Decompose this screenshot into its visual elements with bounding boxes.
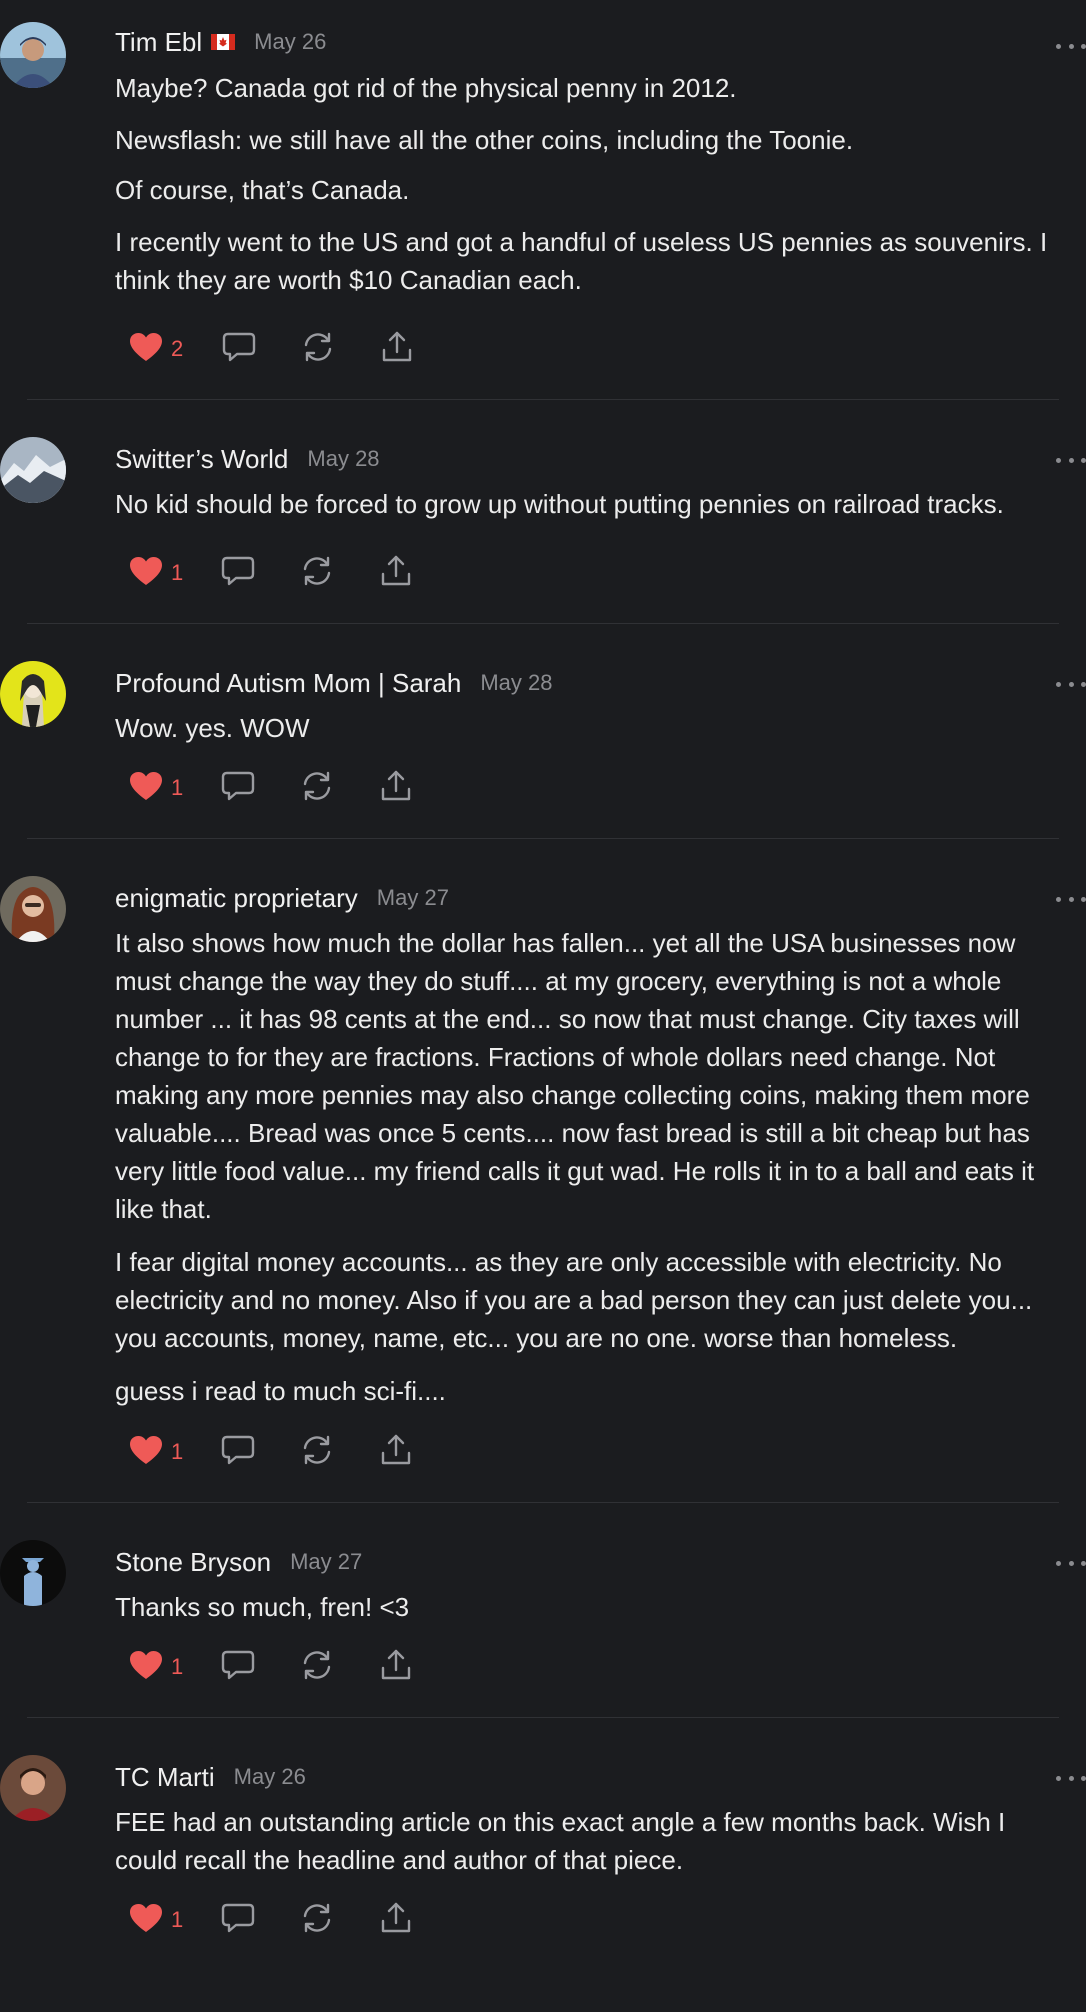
more-options-icon[interactable] (1056, 674, 1086, 694)
reply-icon[interactable] (221, 1434, 255, 1471)
comment: Tim Ebl May 26 Maybe? Canada got rid of … (0, 0, 1086, 400)
avatar[interactable] (0, 661, 66, 727)
author-name[interactable]: Profound Autism Mom | Sarah (115, 668, 461, 699)
comment-text: I fear digital money accounts... as they… (115, 1247, 1033, 1353)
heart-icon (129, 332, 163, 367)
comment-actions: 1 (129, 1647, 1059, 1687)
comment-date[interactable]: May 26 (254, 29, 326, 55)
restack-icon[interactable] (300, 769, 334, 808)
comment-text: Thanks so much, fren! <3 (115, 1592, 410, 1622)
comment-body: Tim Ebl May 26 Maybe? Canada got rid of … (115, 22, 1059, 369)
reply-icon[interactable] (221, 770, 255, 807)
comment-date[interactable]: May 28 (307, 446, 379, 472)
comment-header: TC Marti May 26 (115, 1757, 1059, 1797)
comment-text: Newsflash: we still have all the other c… (115, 125, 854, 155)
restack-icon[interactable] (300, 1433, 334, 1472)
reply-icon[interactable] (221, 1649, 255, 1686)
like-count: 1 (171, 775, 184, 800)
avatar[interactable] (0, 876, 66, 942)
comment: TC Marti May 26 FEE had an outstanding a… (0, 1718, 1086, 1940)
like-button[interactable]: 2 (129, 332, 183, 367)
comment-body: Profound Autism Mom | Sarah May 28 Wow. … (115, 663, 1059, 808)
like-count: 2 (171, 336, 184, 361)
share-icon[interactable] (379, 1433, 413, 1472)
comment-text: guess i read to much sci-fi.... (115, 1376, 446, 1406)
comment-body: enigmatic proprietary May 27 It also sho… (115, 878, 1059, 1472)
comment-date[interactable]: May 28 (480, 670, 552, 696)
comment-date[interactable]: May 27 (377, 885, 449, 911)
comment-text: It also shows how much the dollar has fa… (115, 928, 1035, 1224)
like-button[interactable]: 1 (129, 1903, 183, 1938)
more-options-icon[interactable] (1056, 1768, 1086, 1788)
comment-header: Tim Ebl May 26 (115, 22, 1059, 62)
heart-icon (129, 556, 163, 591)
comment-body: TC Marti May 26 FEE had an outstanding a… (115, 1757, 1059, 1940)
comment-text: No kid should be forced to grow up witho… (115, 489, 1004, 519)
comment-header: Profound Autism Mom | Sarah May 28 (115, 663, 1059, 703)
avatar[interactable] (0, 1755, 66, 1821)
comment-actions: 2 (129, 329, 1059, 369)
like-count: 1 (171, 560, 184, 585)
comment-text: Of course, that’s Canada. (115, 175, 410, 205)
comment: Switter’s World May 28 No kid should be … (0, 400, 1086, 624)
like-button[interactable]: 1 (129, 556, 183, 591)
share-icon[interactable] (380, 330, 414, 369)
author-name[interactable]: Stone Bryson (115, 1547, 271, 1578)
like-count: 1 (171, 1654, 184, 1679)
comment-date[interactable]: May 26 (234, 1764, 306, 1790)
more-options-icon[interactable] (1056, 1553, 1086, 1573)
reply-icon[interactable] (221, 555, 255, 592)
heart-icon (129, 1903, 163, 1938)
comment: Stone Bryson May 27 Thanks so much, fren… (0, 1503, 1086, 1718)
like-count: 1 (171, 1907, 184, 1932)
comment-actions: 1 (129, 553, 1059, 593)
comment-feed: Tim Ebl May 26 Maybe? Canada got rid of … (0, 0, 1086, 1940)
comment-header: Stone Bryson May 27 (115, 1542, 1059, 1582)
share-icon[interactable] (379, 1901, 413, 1940)
more-options-icon[interactable] (1056, 450, 1086, 470)
author-name[interactable]: enigmatic proprietary (115, 883, 358, 914)
share-icon[interactable] (379, 1648, 413, 1687)
share-icon[interactable] (379, 554, 413, 593)
restack-icon[interactable] (300, 554, 334, 593)
comment-text: Maybe? Canada got rid of the physical pe… (115, 73, 737, 103)
like-button[interactable]: 1 (129, 1650, 183, 1685)
comment-body: Stone Bryson May 27 Thanks so much, fren… (115, 1542, 1059, 1687)
comment: enigmatic proprietary May 27 It also sho… (0, 839, 1086, 1503)
comment-header: Switter’s World May 28 (115, 439, 1059, 479)
reply-icon[interactable] (221, 1902, 255, 1939)
comment-text: Wow. yes. WOW (115, 713, 310, 743)
avatar[interactable] (0, 22, 66, 88)
more-options-icon[interactable] (1056, 36, 1086, 56)
comment-actions: 1 (129, 1432, 1059, 1472)
avatar[interactable] (0, 437, 66, 503)
comment-header: enigmatic proprietary May 27 (115, 878, 1059, 918)
heart-icon (129, 771, 163, 806)
canada-flag-icon (211, 34, 236, 50)
restack-icon[interactable] (300, 1648, 334, 1687)
comment-actions: 1 (129, 768, 1059, 808)
comment: Profound Autism Mom | Sarah May 28 Wow. … (0, 624, 1086, 839)
like-count: 1 (171, 1439, 184, 1464)
comment-body: Switter’s World May 28 No kid should be … (115, 439, 1059, 593)
author-name[interactable]: Switter’s World (115, 444, 288, 475)
comment-actions: 1 (129, 1900, 1059, 1940)
heart-icon (129, 1435, 163, 1470)
author-name[interactable]: Tim Ebl (115, 27, 202, 58)
heart-icon (129, 1650, 163, 1685)
like-button[interactable]: 1 (129, 771, 183, 806)
share-icon[interactable] (379, 769, 413, 808)
reply-icon[interactable] (222, 331, 256, 368)
like-button[interactable]: 1 (129, 1435, 183, 1470)
author-name[interactable]: TC Marti (115, 1762, 215, 1793)
restack-icon[interactable] (300, 1901, 334, 1940)
comment-text: FEE had an outstanding article on this e… (115, 1807, 1006, 1875)
restack-icon[interactable] (301, 330, 335, 369)
comment-date[interactable]: May 27 (290, 1549, 362, 1575)
comment-text: I recently went to the US and got a hand… (115, 227, 1048, 295)
more-options-icon[interactable] (1056, 889, 1086, 909)
avatar[interactable] (0, 1540, 66, 1606)
